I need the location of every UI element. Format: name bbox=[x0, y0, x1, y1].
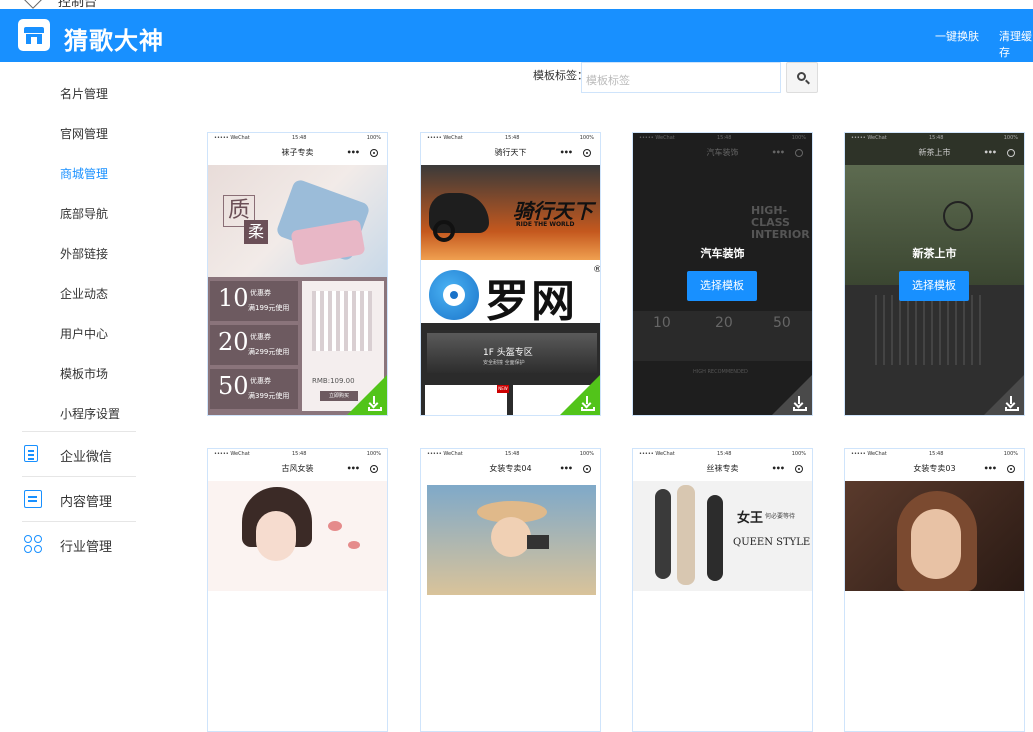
header: 猜歌大神 一键换肤 清理缓存 bbox=[0, 9, 1033, 62]
document-icon bbox=[24, 445, 38, 462]
phone-status-bar: ••••• WeChat 15:48 100% bbox=[639, 451, 806, 457]
sidebar-group-enterprise-wechat[interactable]: 企业微信 bbox=[22, 431, 136, 476]
top-strip: 控制台 bbox=[0, 0, 1033, 9]
more-icon: ••• bbox=[346, 148, 360, 157]
app-title: 猜歌大神 bbox=[64, 27, 164, 55]
template-title: 汽车装饰 bbox=[706, 148, 739, 157]
phone-status-bar: ••••• WeChat 15:48 100% bbox=[214, 135, 381, 141]
template-title: 骑行天下 bbox=[494, 148, 527, 157]
phone-status-bar: ••••• WeChat 15:48 100% bbox=[427, 135, 594, 141]
sidebar-item-user-center[interactable]: 用户中心 bbox=[60, 325, 108, 342]
sidebar-item-bottom-nav[interactable]: 底部导航 bbox=[60, 205, 108, 222]
target-icon bbox=[795, 149, 803, 157]
template-tag-input[interactable]: 模板标签 bbox=[581, 62, 781, 93]
template-overlay-title: 新茶上市 bbox=[912, 247, 957, 260]
phone-status-bar: ••••• WeChat 15:48 100% bbox=[851, 135, 1018, 141]
sidebar-item-external-links[interactable]: 外部链接 bbox=[60, 245, 108, 262]
phone-status-bar: ••••• WeChat 15:48 100% bbox=[851, 451, 1018, 457]
template-tag-label: 模板标签： bbox=[533, 69, 588, 82]
more-icon: ••• bbox=[983, 148, 997, 157]
recommended-label: HIGH RECOMMENDED bbox=[693, 369, 748, 375]
phone-status-bar: ••••• WeChat 15:48 100% bbox=[639, 135, 806, 141]
queen-style-image: 女王 何必要等待 QUEEN STYLE bbox=[633, 481, 812, 591]
template-card-new-tea[interactable]: ••••• WeChat 15:48 100% 新茶上市 ••• 新茶上市 选择模板 bbox=[844, 132, 1025, 416]
target-icon bbox=[370, 149, 378, 157]
home-icon[interactable] bbox=[23, 0, 43, 9]
sidebar-group-label: 企业微信 bbox=[60, 450, 113, 465]
search-button[interactable] bbox=[786, 62, 818, 93]
template-title: 袜子专卖 bbox=[281, 148, 314, 157]
select-template-button[interactable]: 选择模板 bbox=[687, 271, 757, 301]
target-icon bbox=[583, 465, 591, 473]
console-link[interactable]: 控制台 bbox=[58, 0, 97, 9]
target-icon bbox=[583, 149, 591, 157]
coupon-row: 10 20 50 bbox=[633, 311, 812, 361]
more-icon: ••• bbox=[983, 464, 997, 473]
sidebar-group-label: 行业管理 bbox=[60, 540, 113, 555]
sidebar-item-mall[interactable]: 商城管理 bbox=[60, 165, 108, 182]
more-icon: ••• bbox=[771, 148, 785, 157]
template-title: 女装专卖03 bbox=[913, 464, 956, 473]
sidebar-item-news[interactable]: 企业动态 bbox=[60, 285, 108, 302]
watermark: 罗网 ® bbox=[421, 263, 600, 327]
one-click-skin-link[interactable]: 一键换肤 bbox=[935, 28, 979, 44]
template-market-content: 模板标签： 模板标签 ••••• WeChat 15:48 100% 袜子专卖 ••… bbox=[165, 62, 1033, 732]
more-icon: ••• bbox=[559, 148, 573, 157]
template-card-women-03[interactable]: ••••• WeChat 15:48 100% 女装专卖03 ••• bbox=[844, 448, 1025, 732]
template-overlay-title: 汽车装饰 bbox=[700, 247, 745, 260]
sidebar-group-content[interactable]: 内容管理 bbox=[22, 476, 136, 521]
template-card-ancient-women[interactable]: ••••• WeChat 15:48 100% 古风女装 ••• bbox=[207, 448, 388, 732]
motorcycle-banner-image: 骑行天下 RIDE THE WORLD bbox=[421, 165, 600, 260]
template-title: 女装专卖04 bbox=[489, 464, 532, 473]
template-card-stockings[interactable]: ••••• WeChat 15:48 100% 丝袜专卖 ••• 女王 何必要等待 … bbox=[632, 448, 813, 732]
template-title: 丝袜专卖 bbox=[706, 464, 739, 473]
globe-logo-icon bbox=[429, 270, 479, 320]
photographer-image bbox=[427, 485, 596, 595]
ancient-girl-image bbox=[208, 481, 387, 591]
sidebar-item-template-market[interactable]: 模板市场 bbox=[60, 365, 108, 382]
tea-field-image bbox=[845, 165, 1024, 285]
template-title: 新茶上市 bbox=[918, 148, 951, 157]
more-icon: ••• bbox=[346, 464, 360, 473]
more-icon: ••• bbox=[559, 464, 573, 473]
socks-banner-image: 质 柔 bbox=[208, 165, 387, 277]
sidebar-item-website[interactable]: 官网管理 bbox=[60, 125, 108, 142]
phone-status-bar: ••••• WeChat 15:48 100% bbox=[214, 451, 381, 457]
calendar-icon bbox=[24, 490, 42, 508]
template-card-women-04[interactable]: ••••• WeChat 15:48 100% 女装专卖04 ••• bbox=[420, 448, 601, 732]
template-card-socks[interactable]: ••••• WeChat 15:48 100% 袜子专卖 ••• 质 柔 10 优惠券… bbox=[207, 132, 388, 416]
sidebar-group-industry[interactable]: 行业管理 bbox=[22, 521, 136, 566]
template-title: 古风女装 bbox=[281, 464, 314, 473]
sidebar-item-miniprogram-settings[interactable]: 小程序设置 bbox=[60, 405, 120, 422]
select-template-button[interactable]: 选择模板 bbox=[899, 271, 969, 301]
more-icon: ••• bbox=[771, 464, 785, 473]
store-logo-icon bbox=[18, 19, 50, 51]
grid-icon bbox=[24, 535, 42, 553]
high-class-text: HIGH-CLASS INTERIOR bbox=[751, 204, 810, 241]
sidebar-group-label: 内容管理 bbox=[60, 495, 113, 510]
target-icon bbox=[370, 465, 378, 473]
template-card-riding[interactable]: ••••• WeChat 15:48 100% 骑行天下 ••• 骑行天下 RIDE… bbox=[420, 132, 601, 416]
sidebar: 名片管理 官网管理 商城管理 底部导航 外部链接 企业动态 用户中心 模板市场 … bbox=[0, 62, 165, 582]
portrait-image bbox=[845, 481, 1024, 591]
phone-status-bar: ••••• WeChat 15:48 100% bbox=[427, 451, 594, 457]
sidebar-item-cards[interactable]: 名片管理 bbox=[60, 85, 108, 102]
target-icon bbox=[795, 465, 803, 473]
target-icon bbox=[1007, 149, 1015, 157]
target-icon bbox=[1007, 465, 1015, 473]
clear-cache-link[interactable]: 清理缓存 bbox=[999, 28, 1033, 60]
template-card-car-decor[interactable]: ••••• WeChat 15:48 100% 汽车装饰 ••• HIGH-CLAS… bbox=[632, 132, 813, 416]
